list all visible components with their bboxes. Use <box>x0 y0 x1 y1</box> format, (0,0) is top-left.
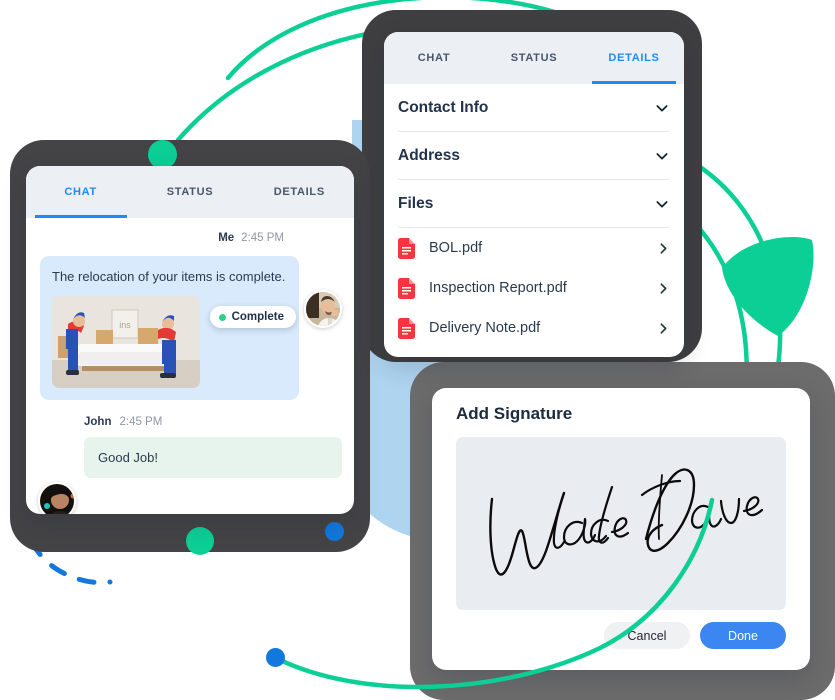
file-name: Delivery Note.pdf <box>429 320 541 336</box>
chevron-right-icon <box>660 322 667 334</box>
illustration-stage: CHAT STATUS DETAILS Contact Info Address… <box>0 0 835 700</box>
details-body: Contact Info Address Files BOL.pdf Inspe… <box>384 84 684 348</box>
tab-chat[interactable]: CHAT <box>26 166 135 218</box>
green-fan-shape <box>722 237 814 336</box>
message-header-me: Me 2:45 PM <box>40 226 340 250</box>
tab-details-label: DETAILS <box>273 186 325 198</box>
section-files[interactable]: Files <box>398 180 670 228</box>
chevron-down-icon <box>656 200 668 208</box>
tab-chat[interactable]: CHAT <box>384 32 484 84</box>
pdf-file-icon <box>398 237 415 259</box>
tab-status-label: STATUS <box>166 186 214 198</box>
chevron-down-icon <box>656 104 668 112</box>
avatar-me <box>304 290 342 328</box>
message-bubble-me: The relocation of your items is complete… <box>40 256 299 400</box>
message-header-john: John 2:45 PM <box>84 413 340 431</box>
message-text: The relocation of your items is complete… <box>52 269 286 284</box>
chat-panel: CHAT STATUS DETAILS Me 2:45 PM Complete … <box>26 166 354 514</box>
file-row-bol[interactable]: BOL.pdf <box>398 228 670 268</box>
cancel-button[interactable]: Cancel <box>604 622 690 649</box>
file-name: Inspection Report.pdf <box>429 280 567 296</box>
avatar-image <box>40 484 74 514</box>
green-dot-top <box>148 140 177 169</box>
chevron-down-icon <box>656 152 668 160</box>
details-tabbar: CHAT STATUS DETAILS <box>384 32 684 84</box>
chat-message-list[interactable]: Me 2:45 PM Complete The relocation of yo… <box>26 218 354 514</box>
status-badge-complete: Complete <box>209 306 296 328</box>
tab-status[interactable]: STATUS <box>484 32 584 84</box>
blue-dot-frame <box>325 522 344 541</box>
file-row-inspection-report[interactable]: Inspection Report.pdf <box>398 268 670 308</box>
section-files-title: Files <box>398 194 434 212</box>
pdf-file-icon <box>398 277 415 299</box>
section-contact-info[interactable]: Contact Info <box>398 84 670 132</box>
chat-tabbar: CHAT STATUS DETAILS <box>26 166 354 218</box>
avatar-image <box>306 292 340 326</box>
tab-chat-label: CHAT <box>64 186 97 198</box>
pdf-file-icon <box>398 317 415 339</box>
message-text: Good Job! <box>98 450 158 465</box>
green-dot-bottom <box>186 527 214 555</box>
tab-details[interactable]: DETAILS <box>245 166 354 218</box>
dialog-actions: Cancel Done <box>432 610 810 649</box>
section-address[interactable]: Address <box>398 132 670 180</box>
chevron-right-icon <box>660 282 667 294</box>
tab-status-label: STATUS <box>510 52 558 64</box>
green-dot-icon <box>218 313 226 321</box>
avatar-john <box>38 482 76 514</box>
movers-carrying-sofa-photo: ins <box>52 296 200 388</box>
section-contact-info-title: Contact Info <box>398 98 489 116</box>
message-time: 2:45 PM <box>119 416 163 428</box>
signature-canvas[interactable] <box>456 437 786 610</box>
blue-dot-bottom <box>266 648 285 667</box>
svg-text:ins: ins <box>119 320 131 330</box>
message-sender: John <box>84 416 112 428</box>
add-signature-dialog: Add Signature Cancel Done <box>432 388 810 670</box>
section-address-title: Address <box>398 146 461 164</box>
tab-details-label: DETAILS <box>608 52 660 64</box>
message-attachment-thumbnail[interactable]: ins <box>52 296 200 388</box>
chevron-right-icon <box>660 242 667 254</box>
details-panel: CHAT STATUS DETAILS Contact Info Address… <box>384 32 684 357</box>
signature-ink <box>489 468 764 576</box>
file-row-delivery-note[interactable]: Delivery Note.pdf <box>398 308 670 348</box>
message-sender: Me <box>218 232 235 244</box>
status-badge-label: Complete <box>231 311 284 323</box>
tab-details[interactable]: DETAILS <box>584 32 684 84</box>
file-name: BOL.pdf <box>429 240 483 256</box>
dialog-title: Add Signature <box>456 404 573 423</box>
tab-status[interactable]: STATUS <box>135 166 244 218</box>
message-time: 2:45 PM <box>241 232 284 244</box>
message-bubble-john: Good Job! <box>84 437 342 478</box>
tab-chat-label: CHAT <box>417 52 451 64</box>
done-button[interactable]: Done <box>700 622 786 649</box>
